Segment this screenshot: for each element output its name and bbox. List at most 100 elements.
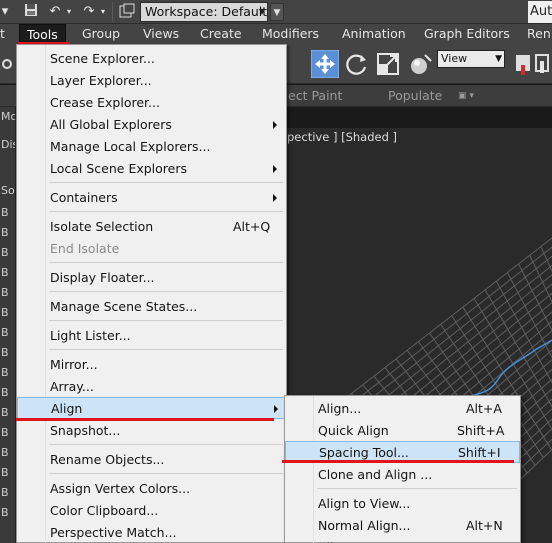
menu-item-label: Crease Explorer...	[50, 95, 160, 110]
menu-views[interactable]: Views	[143, 24, 179, 44]
list-item[interactable]: B	[0, 483, 15, 503]
menu-create[interactable]: Create	[200, 24, 242, 44]
menu-item-isolate-selection[interactable]: Isolate Selection Alt+Q	[17, 216, 286, 238]
menu-item-mirror[interactable]: Mirror...	[17, 354, 286, 376]
submenu-item-align[interactable]: Align... Alt+A	[285, 398, 520, 420]
list-item[interactable]: B	[0, 363, 15, 383]
annotation-underline-align	[16, 418, 274, 421]
menu-separator	[49, 320, 283, 321]
undo-dropdown-icon[interactable]: ▾	[64, 3, 74, 21]
menu-edit-partial[interactable]: t	[0, 24, 5, 44]
menu-item-array[interactable]: Array...	[17, 376, 286, 398]
select-scale-icon[interactable]	[373, 49, 403, 79]
menu-item-manage-scene-states[interactable]: Manage Scene States...	[17, 296, 286, 318]
menu-item-label: Perspective Match...	[50, 525, 177, 540]
redo-icon[interactable]: ↷	[80, 3, 98, 21]
panel-stub-label: Dis	[1, 138, 15, 151]
menu-item-label: Array...	[50, 379, 94, 394]
submenu-arrow-icon	[273, 121, 277, 129]
menu-group[interactable]: Group	[82, 24, 120, 44]
list-item[interactable]: B	[0, 443, 15, 463]
ribbon-options-icon[interactable]: ▣ ▾	[458, 87, 474, 105]
list-item[interactable]: B	[0, 423, 15, 443]
ribbon-object-paint[interactable]: ect Paint	[288, 87, 342, 105]
menu-item-display-floater[interactable]: Display Floater...	[17, 267, 286, 289]
menu-item-assign-vertex-colors[interactable]: Assign Vertex Colors...	[17, 478, 286, 500]
submenu-arrow-icon	[273, 194, 277, 202]
menu-item-label: Align	[318, 537, 349, 543]
redo-dropdown-icon[interactable]: ▾	[98, 3, 108, 21]
align-submenu: Align... Alt+A Quick Align Shift+A Spacing T…	[284, 395, 521, 543]
menu-item-label: Containers	[50, 190, 118, 205]
menu-item-align[interactable]: Align	[17, 397, 286, 419]
menu-item-color-clipboard[interactable]: Color Clipboard...	[17, 500, 286, 522]
menu-item-label: Align	[51, 401, 83, 416]
menu-item-shortcut: Alt+A	[466, 401, 502, 416]
list-item[interactable]: B	[0, 383, 15, 403]
list-item[interactable]: B	[0, 503, 15, 523]
menu-item-rename-objects[interactable]: Rename Objects...	[17, 449, 286, 471]
list-item[interactable]: B	[0, 463, 15, 483]
menu-bar: t Tools Group Views Create Modifiers Ani…	[0, 24, 552, 44]
place-icon[interactable]	[405, 49, 435, 79]
list-item[interactable]: B	[0, 243, 15, 263]
list-item[interactable]: B	[0, 323, 15, 343]
customize-quick-access-button[interactable]: ▼	[270, 3, 284, 21]
submenu-item-clone-and-align[interactable]: Clone and Align ...	[285, 464, 520, 486]
undo-icon[interactable]: ↶	[46, 3, 64, 21]
menu-item-manage-local-explorers[interactable]: Manage Local Explorers...	[17, 136, 286, 158]
submenu-item-align-to-view[interactable]: Align to View...	[285, 493, 520, 515]
menu-item-light-lister[interactable]: Light Lister...	[17, 325, 286, 347]
menu-item-local-scene-explorers[interactable]: Local Scene Explorers	[17, 158, 286, 180]
project-folder-icon[interactable]	[118, 3, 136, 21]
menu-rendering-partial[interactable]: Ren	[527, 24, 551, 44]
select-rotate-icon[interactable]	[342, 49, 372, 79]
list-item[interactable]: B	[0, 263, 15, 283]
list-item[interactable]: B	[0, 343, 15, 363]
reference-coordinate-select[interactable]: View ▼	[437, 50, 505, 68]
submenu-item-align-camera[interactable]: Align	[285, 537, 520, 543]
menu-animation[interactable]: Animation	[342, 24, 406, 44]
submenu-item-normal-align[interactable]: Normal Align... Alt+N	[285, 515, 520, 537]
menu-item-label: Mirror...	[50, 357, 98, 372]
menu-separator	[49, 182, 283, 183]
list-item[interactable]: B	[0, 203, 15, 223]
select-icon[interactable]	[0, 49, 14, 79]
menu-separator	[49, 444, 283, 445]
menu-separator	[317, 488, 517, 489]
workspace-select[interactable]: Workspace: Default ▼	[140, 2, 268, 22]
list-item[interactable]: B	[0, 403, 15, 423]
list-item[interactable]: B	[0, 303, 15, 323]
menu-item-all-global-explorers[interactable]: All Global Explorers	[17, 114, 286, 136]
menu-item-label: Assign Vertex Colors...	[50, 481, 191, 496]
menu-item-label: Clone and Align ...	[318, 467, 433, 482]
menu-bar-arrow-icon[interactable]: ▾	[0, 3, 10, 21]
submenu-item-quick-align[interactable]: Quick Align Shift+A	[285, 420, 520, 442]
list-item[interactable]: B	[0, 283, 15, 303]
menu-item-shortcut: Alt+N	[466, 518, 503, 533]
menu-item-label: Display Floater...	[50, 270, 155, 285]
menu-item-label: Color Clipboard...	[50, 503, 159, 518]
menu-graph-editors[interactable]: Graph Editors	[424, 24, 510, 44]
menu-item-perspective-match[interactable]: Perspective Match...	[17, 522, 286, 543]
select-move-icon[interactable]	[310, 49, 340, 79]
menu-item-scene-explorer[interactable]: Scene Explorer...	[17, 48, 286, 70]
menu-item-label: Isolate Selection	[50, 219, 154, 234]
list-item[interactable]: B	[0, 223, 15, 243]
chevron-down-icon: ▼	[495, 54, 502, 64]
select-manipulate-icon[interactable]	[532, 49, 552, 79]
ribbon-populate[interactable]: Populate	[388, 87, 442, 105]
separator	[112, 2, 113, 22]
reference-coordinate-value: View	[441, 52, 468, 65]
menu-item-label: Quick Align	[318, 423, 389, 438]
menu-item-crease-explorer[interactable]: Crease Explorer...	[17, 92, 286, 114]
menu-modifiers[interactable]: Modifiers	[262, 24, 319, 44]
menu-item-layer-explorer[interactable]: Layer Explorer...	[17, 70, 286, 92]
menu-separator	[49, 291, 283, 292]
menu-separator	[49, 211, 283, 212]
menu-item-containers[interactable]: Containers	[17, 187, 286, 209]
quick-access-toolbar: ▾ ↶ ▾ ↷ ▾ Workspace: Default ▼ ▼ Aut	[0, 0, 552, 24]
menu-item-snapshot[interactable]: Snapshot...	[17, 420, 286, 442]
menu-tools[interactable]: Tools	[19, 24, 66, 44]
save-icon[interactable]	[22, 3, 40, 21]
